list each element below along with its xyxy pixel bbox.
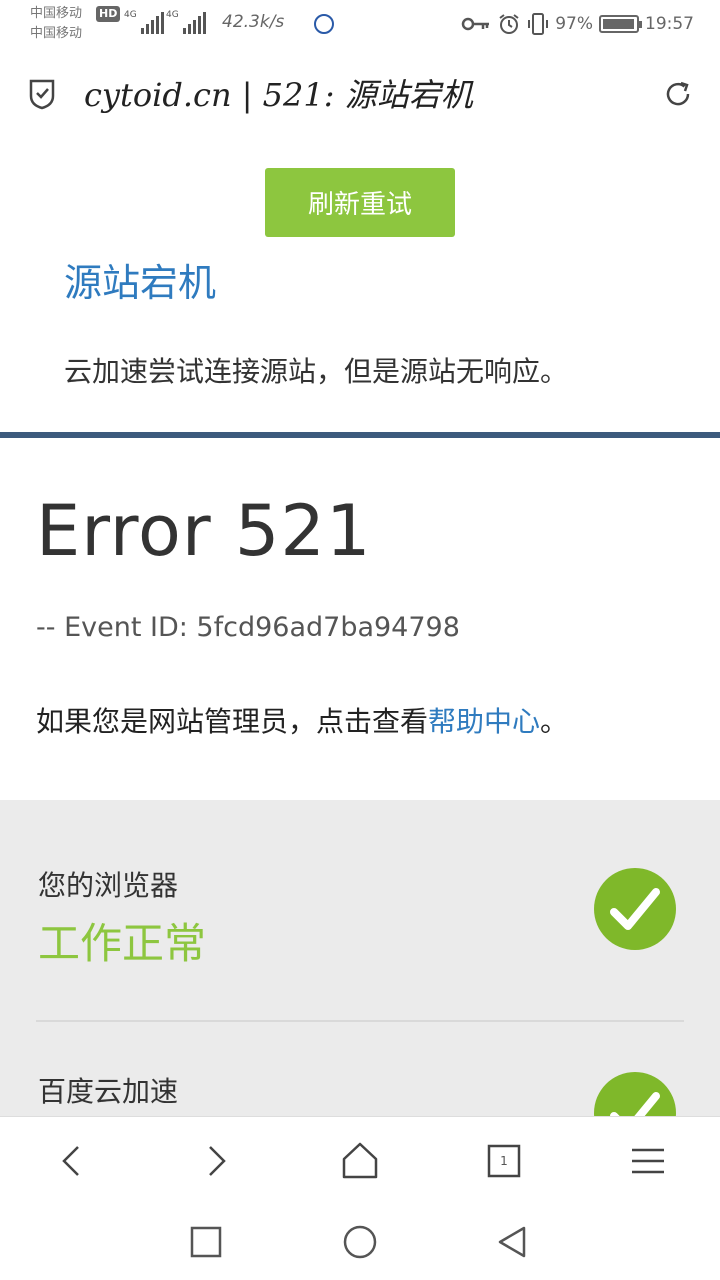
section-divider [0,432,720,438]
tabs-button[interactable]: 1 [482,1139,526,1183]
alarm-icon [499,14,519,34]
event-id: -- Event ID: 5fcd96ad7ba94798 [36,612,460,643]
signal-2-icon: 4G [166,10,206,34]
forward-icon[interactable] [194,1139,238,1183]
battery-icon [599,15,642,33]
battery-fill [603,19,635,29]
back-triangle-icon[interactable] [494,1224,530,1260]
error-card: 刷新重试 源站宕机 云加速尝试连接源站，但是源站无响应。 [0,140,720,432]
admin-suffix: 。 [540,705,569,738]
shield-icon[interactable] [28,78,56,110]
address-bar: cytoid.cn | 521: 源站宕机 [0,48,720,140]
help-center-link[interactable]: 帮助中心 [428,705,540,738]
status-label-cdn: 百度云加速 [38,1075,179,1108]
admin-help-text: 如果您是网站管理员，点击查看帮助中心。 [36,700,568,740]
key-icon [461,17,490,31]
page-title[interactable]: cytoid.cn | 521: 源站宕机 [84,70,473,116]
status-right: 97% 19:57 [461,12,694,36]
battery-percent: 97% [555,14,593,34]
status-separator [36,1020,684,1022]
error-description: 云加速尝试连接源站，但是源站无响应。 [64,355,569,388]
carrier-labels: 中国移动 中国移动 [30,4,82,44]
check-icon [594,1072,676,1116]
carrier-2: 中国移动 [30,26,83,41]
reload-icon[interactable] [662,78,694,110]
browser-toolbar: 1 [0,1116,720,1204]
net-speed: 42.3k/s [222,12,285,32]
network-1-label: 4G [124,10,137,20]
status-value-browser: 工作正常 [38,919,207,968]
error-code: Error 521 [36,490,372,572]
app-notification-icon [314,14,334,34]
signal-1-icon: 4G [124,10,164,34]
status-bar: 中国移动 中国移动 HD 4G 4G 42.3k/s 97% 19:57 [0,0,720,48]
vibrate-icon [528,13,549,35]
hd-badge: HD [96,6,121,22]
carrier-1: 中国移动 [30,6,83,21]
retry-button[interactable]: 刷新重试 [265,168,455,237]
home-icon[interactable] [338,1139,382,1183]
check-icon [594,868,676,950]
status-label-browser: 您的浏览器 [38,869,179,902]
admin-prefix: 如果您是网站管理员，点击查看 [36,705,429,738]
menu-icon[interactable] [626,1139,670,1183]
recents-icon[interactable] [188,1224,224,1260]
back-icon[interactable] [50,1139,94,1183]
home-circle-icon[interactable] [342,1224,378,1260]
clock: 19:57 [645,14,694,34]
system-nav-bar [0,1204,720,1280]
error-title: 源站宕机 [64,261,217,305]
tab-count: 1 [500,1154,508,1168]
network-2-label: 4G [166,10,179,20]
status-panel: 您的浏览器 工作正常 百度云加速 [0,800,720,1116]
